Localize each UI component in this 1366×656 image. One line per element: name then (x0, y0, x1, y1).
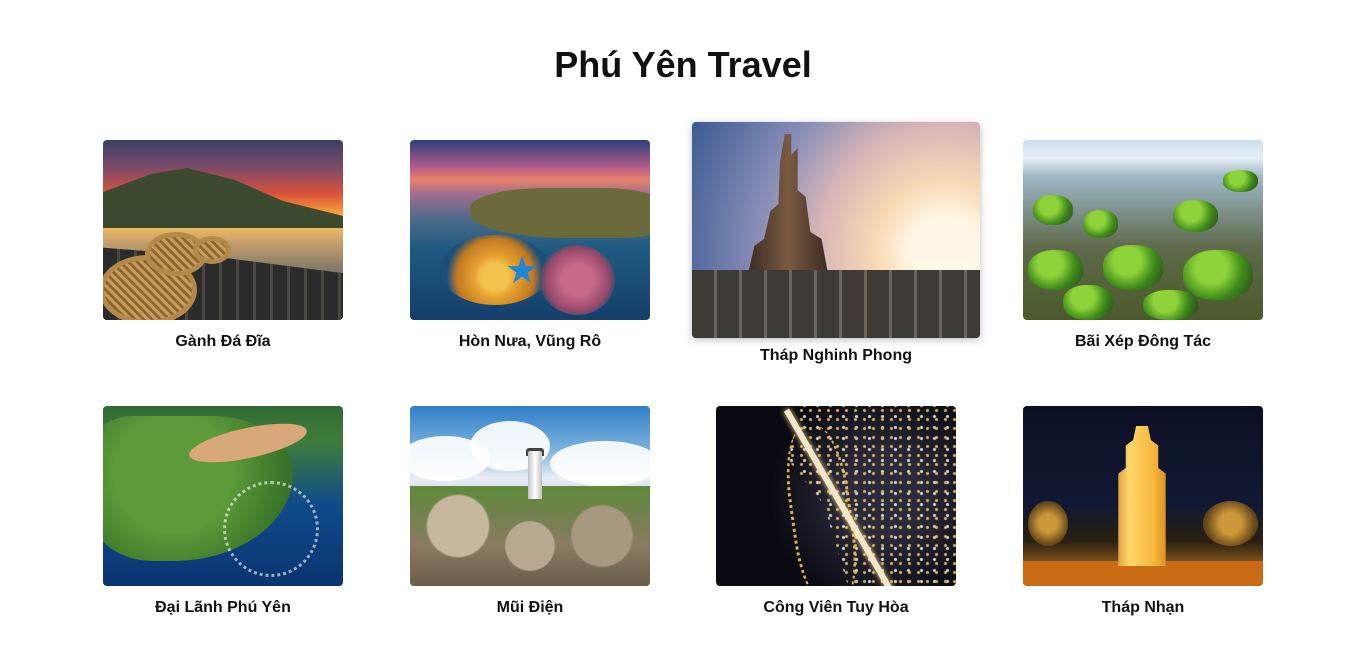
destination-image[interactable] (103, 406, 343, 586)
destination-name[interactable]: Đại Lãnh Phú Yên (103, 599, 343, 617)
destination-image[interactable] (716, 406, 956, 586)
page-title: Phú Yên Travel (554, 44, 812, 85)
destination-name[interactable]: Tháp Nhạn (1023, 599, 1263, 617)
destination-card-hon-nua[interactable]: ★ Hòn Nưa, Vũng Rô (410, 140, 650, 350)
destination-name[interactable]: Công Viên Tuy Hòa (716, 599, 956, 617)
destination-image[interactable] (1023, 406, 1263, 586)
destination-card-ganh-da-dia[interactable]: Gành Đá Đĩa (103, 140, 343, 350)
destination-image[interactable] (692, 122, 980, 338)
destination-name[interactable]: Tháp Nghinh Phong (692, 347, 980, 365)
destination-card-dai-lanh[interactable]: Đại Lãnh Phú Yên (103, 406, 343, 616)
destination-name[interactable]: Hòn Nưa, Vũng Rô (410, 333, 650, 351)
destination-card-cong-vien-tuy-hoa[interactable]: Công Viên Tuy Hòa (716, 406, 956, 616)
destination-name[interactable]: Mũi Điện (410, 599, 650, 617)
page: Phú Yên Travel Gành Đá Đĩa ★ Hòn Nưa, Vũ… (0, 0, 1366, 656)
destination-card-mui-dien[interactable]: Mũi Điện (410, 406, 650, 616)
destination-card-thap-nhan[interactable]: Tháp Nhạn (1023, 406, 1263, 616)
destination-image[interactable] (410, 406, 650, 586)
destination-name[interactable]: Bãi Xép Đông Tác (1023, 333, 1263, 351)
destination-card-bai-xep-dong-tac[interactable]: Bãi Xép Đông Tác (1023, 140, 1263, 350)
destination-card-thap-nghinh-phong[interactable]: Tháp Nghinh Phong (692, 122, 980, 364)
destination-name[interactable]: Gành Đá Đĩa (103, 333, 343, 351)
destination-image[interactable] (1023, 140, 1263, 320)
destination-image[interactable] (103, 140, 343, 320)
destination-image[interactable]: ★ (410, 140, 650, 320)
